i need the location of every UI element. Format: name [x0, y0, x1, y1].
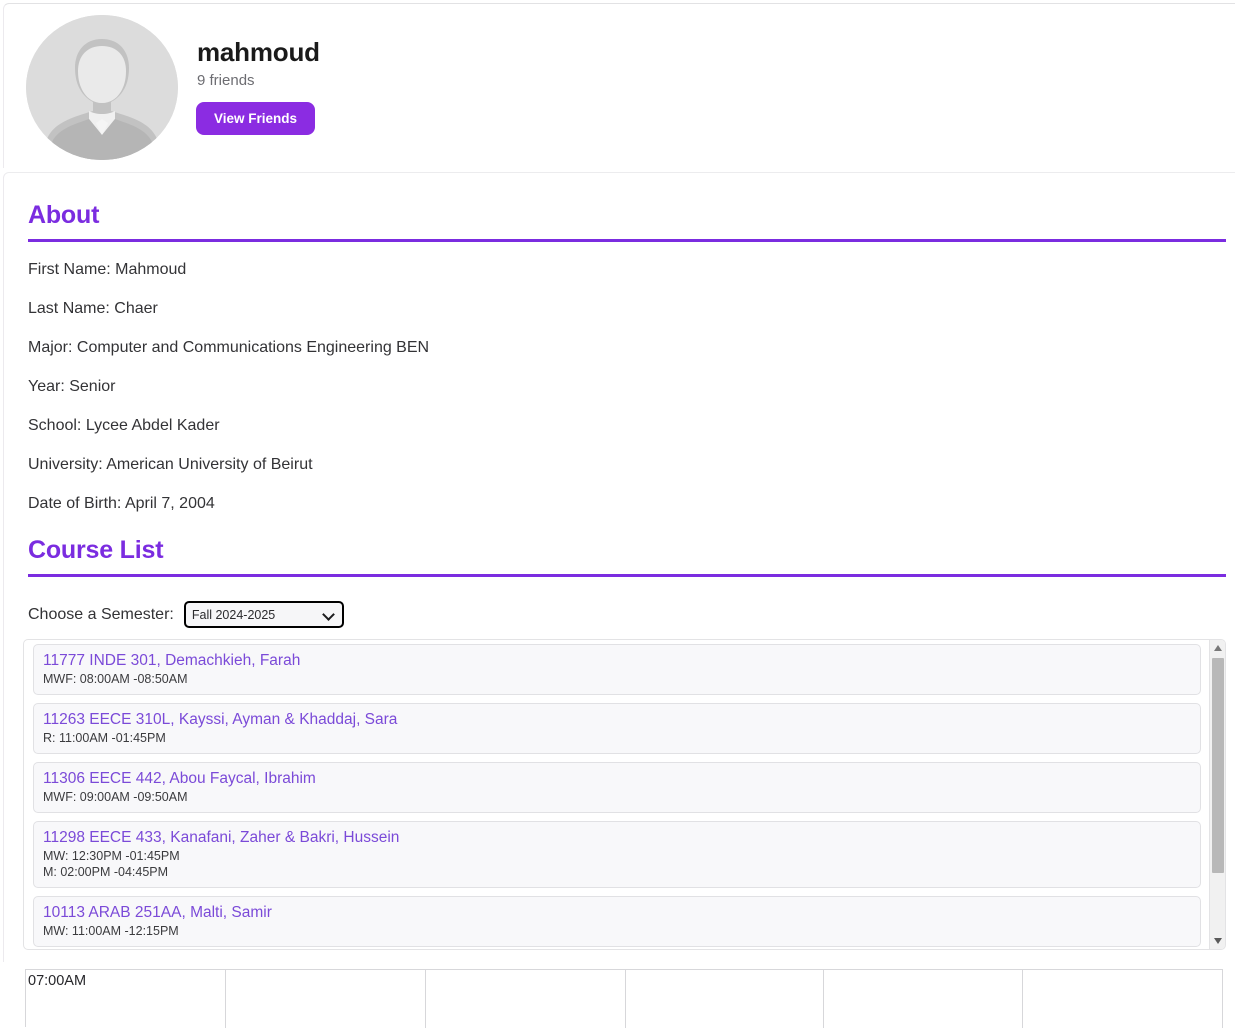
course-time: MW: 12:30PM -01:45PM: [43, 848, 1191, 864]
view-friends-button[interactable]: View Friends: [196, 102, 315, 135]
course-list-heading: Course List: [28, 536, 163, 565]
schedule-table: 07:00AM: [25, 969, 1223, 1027]
course-item[interactable]: 11298 EECE 433, Kanafani, Zaher & Bakri,…: [33, 821, 1201, 888]
course-title[interactable]: 11306 EECE 442, Abou Faycal, Ibrahim: [43, 769, 1191, 789]
about-and-courses-card: About First Name: Mahmoud Last Name: Cha…: [3, 172, 1235, 962]
semester-select-wrapper: Fall 2024-2025: [184, 601, 344, 628]
friend-count: 9 friends: [197, 72, 255, 89]
profile-page: mahmoud 9 friends View Friends About Fir…: [0, 0, 1235, 1027]
course-title[interactable]: 11298 EECE 433, Kanafani, Zaher & Bakri,…: [43, 828, 1191, 848]
profile-name: mahmoud: [197, 37, 320, 68]
about-heading: About: [28, 201, 99, 230]
course-item[interactable]: 11263 EECE 310L, Kayssi, Ayman & Khaddaj…: [33, 703, 1201, 754]
course-list-scrollbar[interactable]: [1209, 640, 1225, 949]
course-time: M: 02:00PM -04:45PM: [43, 864, 1191, 880]
course-time: MWF: 08:00AM -08:50AM: [43, 671, 1191, 687]
about-row-school: School: Lycee Abdel Kader: [28, 417, 1128, 435]
course-title[interactable]: 11777 INDE 301, Demachkieh, Farah: [43, 651, 1191, 671]
about-row-year: Year: Senior: [28, 378, 1128, 396]
about-row-last-name: Last Name: Chaer: [28, 300, 1128, 318]
about-row-major: Major: Computer and Communications Engin…: [28, 339, 1128, 357]
schedule-day-cell: [426, 970, 626, 1028]
semester-chooser: Choose a Semester: Fall 2024-2025: [28, 601, 344, 628]
semester-select[interactable]: Fall 2024-2025: [184, 601, 344, 628]
course-list-scroll-container: 11777 INDE 301, Demachkieh, FarahMWF: 08…: [23, 639, 1226, 950]
schedule-day-cell: [824, 970, 1023, 1028]
schedule-day-cell: [226, 970, 426, 1028]
course-time: MW: 11:00AM -12:15PM: [43, 923, 1191, 939]
scroll-up-arrow-icon[interactable]: [1210, 640, 1226, 656]
scrollbar-thumb[interactable]: [1212, 658, 1224, 873]
schedule-day-cell: [626, 970, 824, 1028]
course-item[interactable]: 11306 EECE 442, Abou Faycal, IbrahimMWF:…: [33, 762, 1201, 813]
about-row-university: University: American University of Beiru…: [28, 456, 1128, 474]
avatar: [26, 15, 178, 160]
course-item[interactable]: 11777 INDE 301, Demachkieh, FarahMWF: 08…: [33, 644, 1201, 695]
course-time: R: 11:00AM -01:45PM: [43, 730, 1191, 746]
about-row-first-name: First Name: Mahmoud: [28, 261, 1128, 279]
course-title[interactable]: 10113 ARAB 251AA, Malti, Samir: [43, 903, 1191, 923]
course-title[interactable]: 11263 EECE 310L, Kayssi, Ayman & Khaddaj…: [43, 710, 1191, 730]
schedule-time-cell: 07:00AM: [26, 970, 226, 1028]
schedule-day-cell: [1023, 970, 1223, 1028]
person-placeholder-icon: [26, 15, 178, 160]
scroll-down-arrow-icon[interactable]: [1210, 933, 1226, 949]
course-list: 11777 INDE 301, Demachkieh, FarahMWF: 08…: [24, 640, 1210, 949]
course-time: MWF: 09:00AM -09:50AM: [43, 789, 1191, 805]
semester-label: Choose a Semester:: [28, 606, 174, 624]
about-divider: [28, 239, 1226, 242]
course-item[interactable]: 10113 ARAB 251AA, Malti, SamirMW: 11:00A…: [33, 896, 1201, 947]
profile-header-card: mahmoud 9 friends View Friends: [3, 3, 1235, 168]
about-list: First Name: Mahmoud Last Name: Chaer Maj…: [28, 261, 1128, 534]
about-row-date-of-birth: Date of Birth: April 7, 2004: [28, 495, 1128, 513]
schedule-row: 07:00AM: [26, 970, 1223, 1028]
course-list-divider: [28, 574, 1226, 577]
